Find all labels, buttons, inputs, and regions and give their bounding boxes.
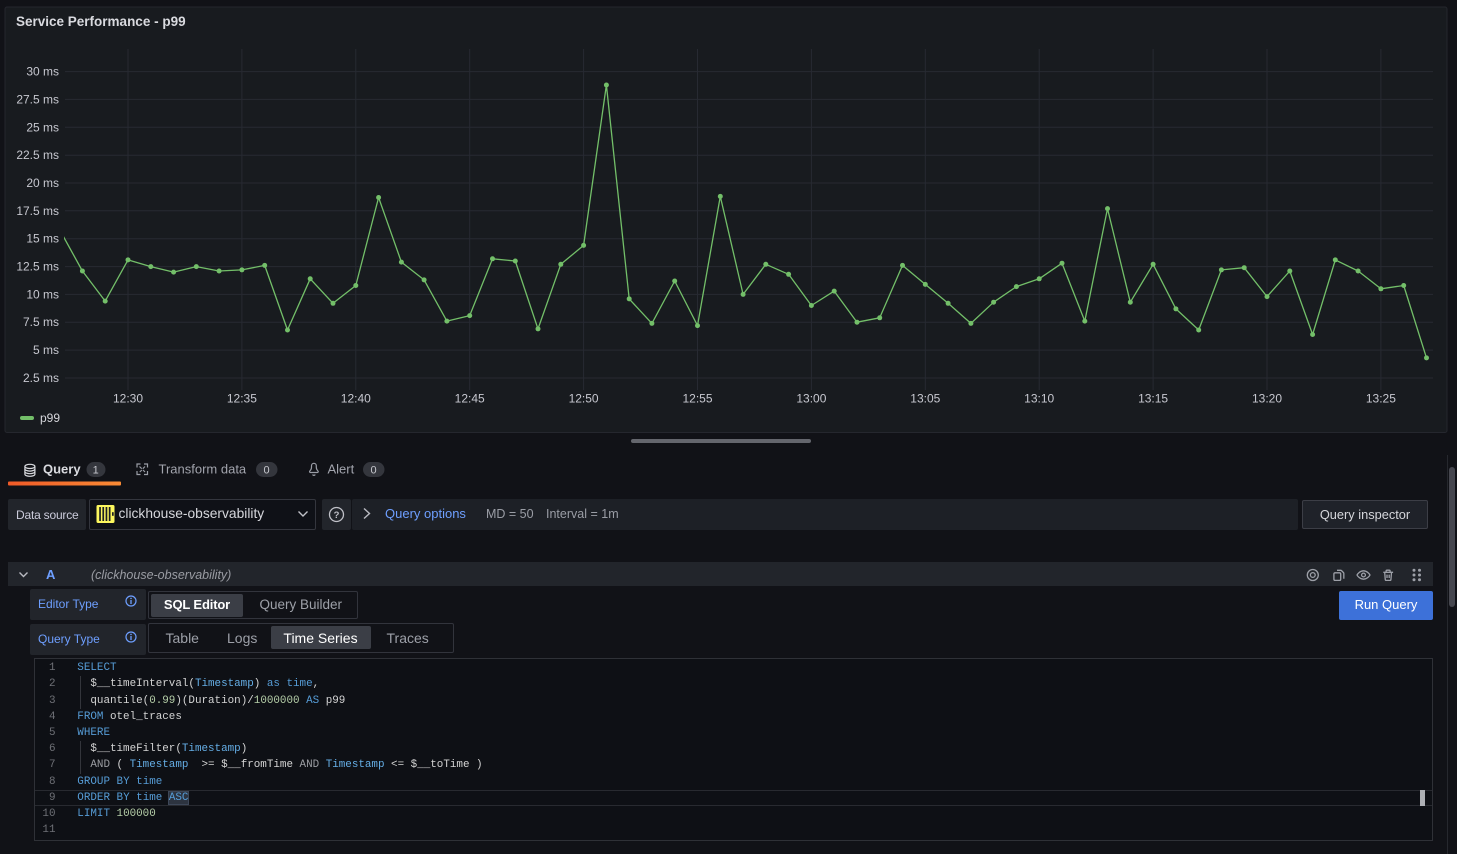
svg-text:12:30: 12:30 [113,392,143,406]
svg-text:?: ? [334,510,340,521]
svg-text:17.5 ms: 17.5 ms [16,204,59,218]
svg-text:25 ms: 25 ms [26,120,59,134]
svg-text:Service Performance - p99: Service Performance - p99 [16,14,186,29]
svg-text:15 ms: 15 ms [26,232,59,246]
svg-text:13:15: 13:15 [1138,392,1168,406]
svg-text:12:50: 12:50 [569,392,599,406]
svg-text:13:25: 13:25 [1366,392,1396,406]
svg-text:12.5 ms: 12.5 ms [16,260,59,274]
svg-text:27.5 ms: 27.5 ms [16,92,59,106]
svg-text:p99: p99 [40,411,60,425]
svg-text:Transform data: Transform data [159,461,247,476]
svg-text:13:10: 13:10 [1024,392,1054,406]
svg-text:5 ms: 5 ms [33,343,59,357]
svg-text:7.5 ms: 7.5 ms [23,315,59,329]
svg-text:0: 0 [263,465,269,477]
svg-text:12:45: 12:45 [455,392,485,406]
svg-text:2.5 ms: 2.5 ms [23,371,59,385]
svg-text:13:00: 13:00 [796,392,826,406]
svg-text:1: 1 [93,465,99,477]
svg-text:30 ms: 30 ms [26,65,59,79]
svg-text:13:05: 13:05 [910,392,940,406]
svg-text:12:35: 12:35 [227,392,257,406]
svg-text:Query: Query [43,461,81,476]
svg-text:13:20: 13:20 [1252,392,1282,406]
svg-text:Alert: Alert [328,461,355,476]
svg-text:12:40: 12:40 [341,392,371,406]
svg-text:22.5 ms: 22.5 ms [16,148,59,162]
svg-text:12:55: 12:55 [682,392,712,406]
svg-text:20 ms: 20 ms [26,176,59,190]
svg-text:10 ms: 10 ms [26,287,59,301]
svg-text:0: 0 [370,465,376,477]
